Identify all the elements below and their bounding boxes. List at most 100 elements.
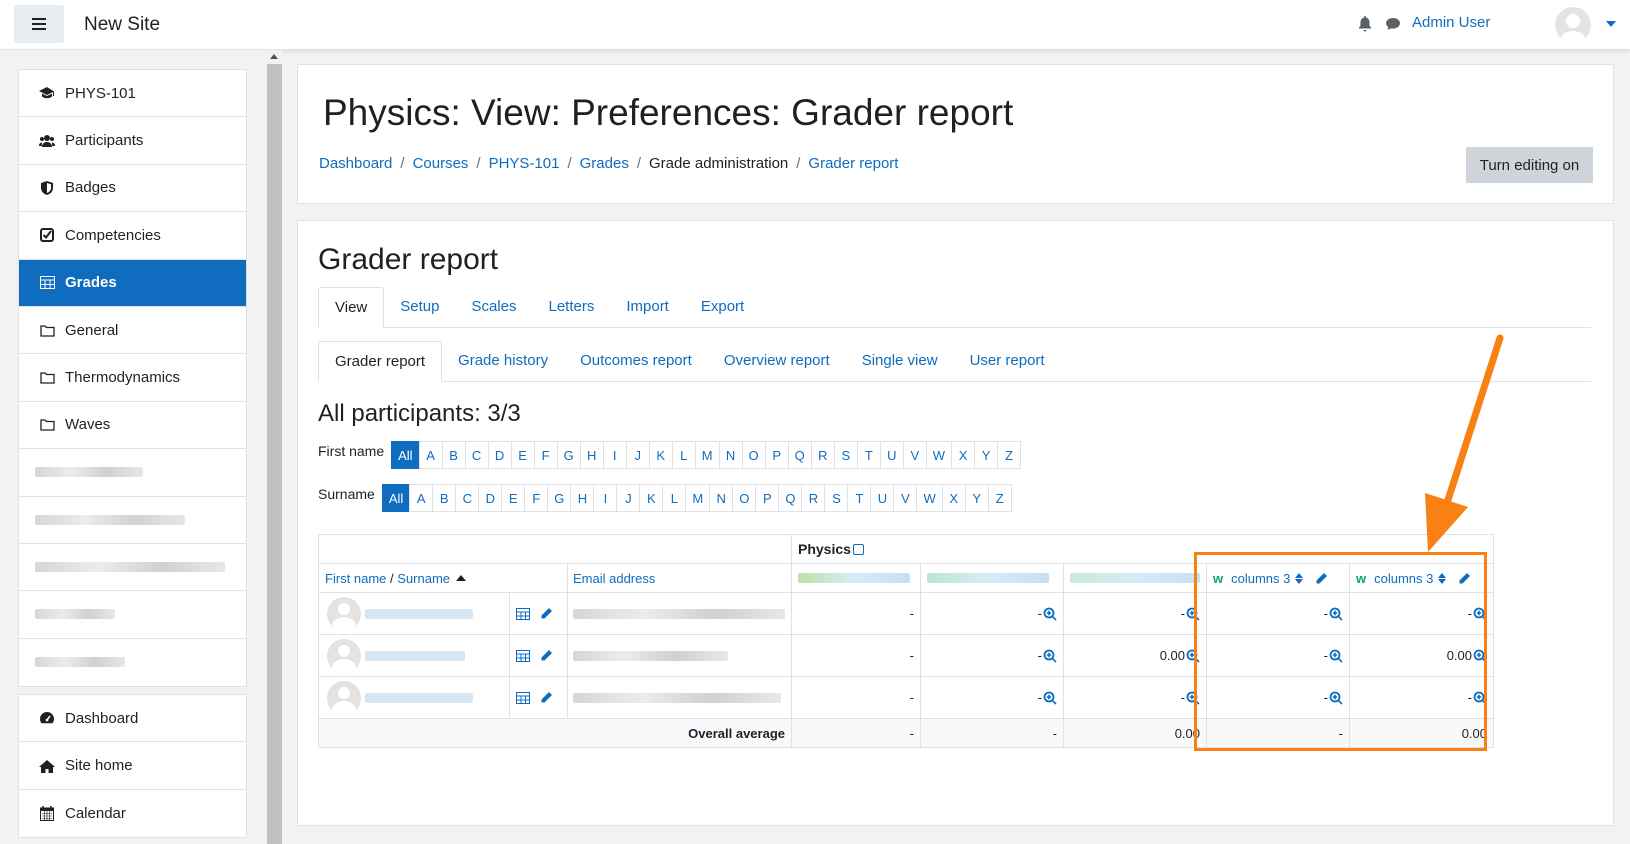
tab-view[interactable]: View bbox=[318, 287, 385, 328]
redacted-text[interactable] bbox=[365, 608, 473, 619]
surname-letter-a[interactable]: A bbox=[409, 484, 434, 512]
menu-toggle-button[interactable] bbox=[14, 5, 64, 43]
tab-user-report[interactable]: User report bbox=[954, 341, 1061, 381]
grade-item-header-2[interactable] bbox=[921, 564, 1064, 593]
drawer-item-dashboard[interactable]: Dashboard bbox=[19, 695, 246, 743]
breadcrumb-course[interactable]: PHYS-101 bbox=[489, 155, 560, 172]
pencil-icon[interactable] bbox=[540, 607, 553, 620]
drawer-item-calendar[interactable]: Calendar bbox=[19, 790, 246, 837]
turn-editing-on-button[interactable]: Turn editing on bbox=[1466, 147, 1593, 183]
breadcrumb-grades[interactable]: Grades bbox=[580, 155, 629, 172]
tab-setup[interactable]: Setup bbox=[384, 287, 455, 327]
drawer-item-redacted[interactable] bbox=[19, 544, 246, 592]
table-icon[interactable] bbox=[516, 649, 530, 662]
avatar[interactable] bbox=[1555, 7, 1591, 43]
first-name-letter-m[interactable]: M bbox=[694, 441, 720, 469]
surname-letter-v[interactable]: V bbox=[893, 484, 918, 512]
first-name-letter-k[interactable]: K bbox=[648, 441, 673, 469]
sort-firstname-link[interactable]: First name bbox=[325, 571, 386, 586]
grade-cell[interactable]: - bbox=[921, 677, 1064, 719]
pencil-icon[interactable] bbox=[540, 691, 553, 704]
surname-letter-m[interactable]: M bbox=[685, 484, 711, 512]
grade-cell[interactable]: - bbox=[792, 593, 921, 635]
surname-letter-l[interactable]: L bbox=[662, 484, 687, 512]
first-name-letter-s[interactable]: S bbox=[833, 441, 858, 469]
caret-down-icon[interactable] bbox=[1606, 21, 1616, 27]
surname-letter-n[interactable]: N bbox=[709, 484, 734, 512]
first-name-letter-z[interactable]: Z bbox=[997, 441, 1022, 469]
first-name-letter-b[interactable]: B bbox=[441, 441, 466, 469]
surname-letter-e[interactable]: E bbox=[501, 484, 526, 512]
tab-single-view[interactable]: Single view bbox=[846, 341, 954, 381]
first-name-letter-e[interactable]: E bbox=[510, 441, 535, 469]
first-name-letter-u[interactable]: U bbox=[879, 441, 904, 469]
tab-grade-history[interactable]: Grade history bbox=[442, 341, 564, 381]
surname-letter-u[interactable]: U bbox=[870, 484, 895, 512]
surname-letter-f[interactable]: F bbox=[524, 484, 549, 512]
pencil-icon[interactable] bbox=[540, 649, 553, 662]
surname-letter-k[interactable]: K bbox=[639, 484, 664, 512]
breadcrumb-grader-report[interactable]: Grader report bbox=[808, 155, 898, 172]
sort-email-link[interactable]: Email address bbox=[573, 571, 655, 586]
tab-overview-report[interactable]: Overview report bbox=[708, 341, 846, 381]
drawer-item-competencies[interactable]: Competencies bbox=[19, 212, 246, 260]
drawer-item-participants[interactable]: Participants bbox=[19, 117, 246, 165]
surname-letter-z[interactable]: Z bbox=[987, 484, 1012, 512]
surname-letter-p[interactable]: P bbox=[755, 484, 780, 512]
breadcrumb-courses[interactable]: Courses bbox=[413, 155, 469, 172]
drawer-item-redacted[interactable] bbox=[19, 591, 246, 639]
surname-letter-s[interactable]: S bbox=[824, 484, 849, 512]
zoom-in-icon[interactable] bbox=[1043, 607, 1057, 621]
first-name-letter-c[interactable]: C bbox=[464, 441, 489, 469]
surname-letter-i[interactable]: I bbox=[593, 484, 618, 512]
surname-letter-o[interactable]: O bbox=[732, 484, 757, 512]
tab-import[interactable]: Import bbox=[610, 287, 685, 327]
first-name-letter-i[interactable]: I bbox=[602, 441, 627, 469]
redacted-text[interactable] bbox=[365, 650, 465, 661]
grade-item-header-1[interactable] bbox=[792, 564, 921, 593]
tab-export[interactable]: Export bbox=[685, 287, 760, 327]
first-name-letter-p[interactable]: P bbox=[764, 441, 789, 469]
surname-letter-t[interactable]: T bbox=[847, 484, 872, 512]
first-name-letter-v[interactable]: V bbox=[902, 441, 927, 469]
collapse-category-icon[interactable] bbox=[852, 543, 864, 555]
table-icon[interactable] bbox=[516, 607, 530, 620]
surname-letter-x[interactable]: X bbox=[941, 484, 966, 512]
first-name-letter-a[interactable]: A bbox=[418, 441, 443, 469]
first-name-letter-h[interactable]: H bbox=[579, 441, 604, 469]
grade-cell[interactable]: - bbox=[792, 635, 921, 677]
first-name-letter-r[interactable]: R bbox=[810, 441, 835, 469]
surname-letter-j[interactable]: J bbox=[616, 484, 641, 512]
surname-letter-y[interactable]: Y bbox=[964, 484, 989, 512]
grade-cell[interactable]: 0.00 bbox=[1064, 635, 1207, 677]
first-name-letter-n[interactable]: N bbox=[718, 441, 743, 469]
redacted-text[interactable] bbox=[365, 692, 473, 703]
user-name-link[interactable]: Admin User bbox=[1412, 14, 1490, 31]
drawer-item-grades[interactable]: Grades bbox=[19, 259, 246, 307]
breadcrumb-dashboard[interactable]: Dashboard bbox=[319, 155, 392, 172]
first-name-letter-w[interactable]: W bbox=[925, 441, 953, 469]
site-name[interactable]: New Site bbox=[84, 14, 160, 36]
drawer-item-general[interactable]: General bbox=[19, 307, 246, 355]
tab-letters[interactable]: Letters bbox=[532, 287, 610, 327]
surname-letter-all[interactable]: All bbox=[381, 484, 411, 512]
drawer-item-redacted[interactable] bbox=[19, 449, 246, 497]
first-name-letter-t[interactable]: T bbox=[856, 441, 881, 469]
surname-letter-c[interactable]: C bbox=[455, 484, 480, 512]
tab-outcomes-report[interactable]: Outcomes report bbox=[564, 341, 708, 381]
drawer-item-site-home[interactable]: Site home bbox=[19, 742, 246, 790]
sort-surname-link[interactable]: Surname bbox=[397, 571, 450, 586]
first-name-letter-f[interactable]: F bbox=[533, 441, 558, 469]
surname-letter-q[interactable]: Q bbox=[778, 484, 803, 512]
scroll-up-arrow-icon[interactable] bbox=[270, 54, 278, 59]
drawer-scrollbar-thumb[interactable] bbox=[267, 64, 282, 844]
tab-scales[interactable]: Scales bbox=[455, 287, 532, 327]
grade-cell[interactable]: - bbox=[921, 593, 1064, 635]
grade-cell[interactable]: - bbox=[1064, 677, 1207, 719]
table-icon[interactable] bbox=[516, 691, 530, 704]
surname-letter-b[interactable]: B bbox=[432, 484, 457, 512]
first-name-letter-j[interactable]: J bbox=[625, 441, 650, 469]
grade-item-header-3[interactable] bbox=[1064, 564, 1207, 593]
bell-icon[interactable] bbox=[1358, 16, 1372, 32]
chat-icon[interactable] bbox=[1385, 17, 1401, 31]
